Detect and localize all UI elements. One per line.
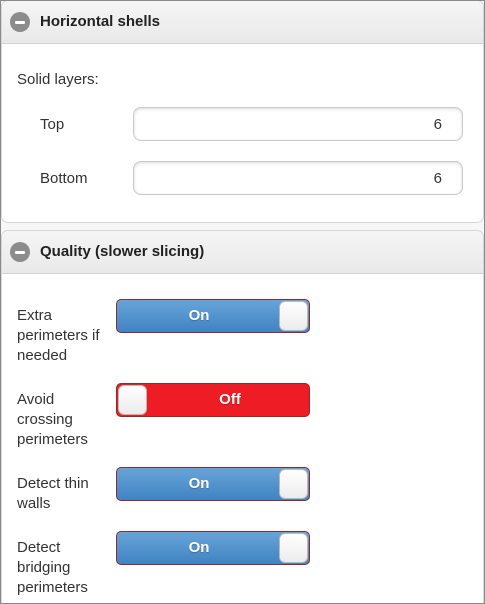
extra-perimeters-label: Extra perimeters if needed	[17, 307, 100, 364]
quality-panel: Quality (slower slicing) Extra perimeter…	[1, 230, 484, 603]
horizontal-shells-header[interactable]: Horizontal shells	[2, 1, 483, 44]
avoid-crossing-toggle[interactable]: Off	[116, 383, 310, 417]
horizontal-shells-panel: Horizontal shells Solid layers: Top Bott…	[1, 1, 484, 223]
solid-layers-label: Solid layers:	[17, 71, 99, 88]
extra-perimeters-toggle[interactable]: On	[116, 299, 310, 333]
top-label: Top	[40, 116, 65, 133]
settings-frame: Horizontal shells Solid layers: Top Bott…	[0, 0, 485, 604]
horizontal-shells-title: Horizontal shells	[40, 13, 161, 30]
bottom-label: Bottom	[40, 170, 88, 187]
bottom-layers-input[interactable]	[133, 161, 463, 195]
toggle-state-text: On	[188, 307, 210, 324]
top-layers-input[interactable]	[133, 107, 463, 141]
toggle-knob[interactable]	[279, 469, 308, 499]
detect-thin-walls-label: Detect thin walls	[17, 475, 89, 512]
minus-circle-icon[interactable]	[10, 12, 30, 32]
avoid-crossing-label: Avoid crossing perimeters	[17, 391, 88, 448]
detect-thin-walls-toggle[interactable]: On	[116, 467, 310, 501]
quality-header[interactable]: Quality (slower slicing)	[2, 231, 483, 274]
toggle-knob[interactable]	[279, 533, 308, 563]
minus-circle-icon[interactable]	[10, 242, 30, 262]
quality-title: Quality (slower slicing)	[40, 243, 205, 260]
toggle-state-text: On	[188, 539, 210, 556]
toggle-knob[interactable]	[279, 301, 308, 331]
toggle-state-text: Off	[219, 391, 241, 408]
toggle-state-text: On	[188, 475, 210, 492]
detect-bridging-toggle[interactable]: On	[116, 531, 310, 565]
detect-bridging-label: Detect bridging perimeters	[17, 539, 88, 596]
toggle-knob[interactable]	[118, 385, 147, 415]
